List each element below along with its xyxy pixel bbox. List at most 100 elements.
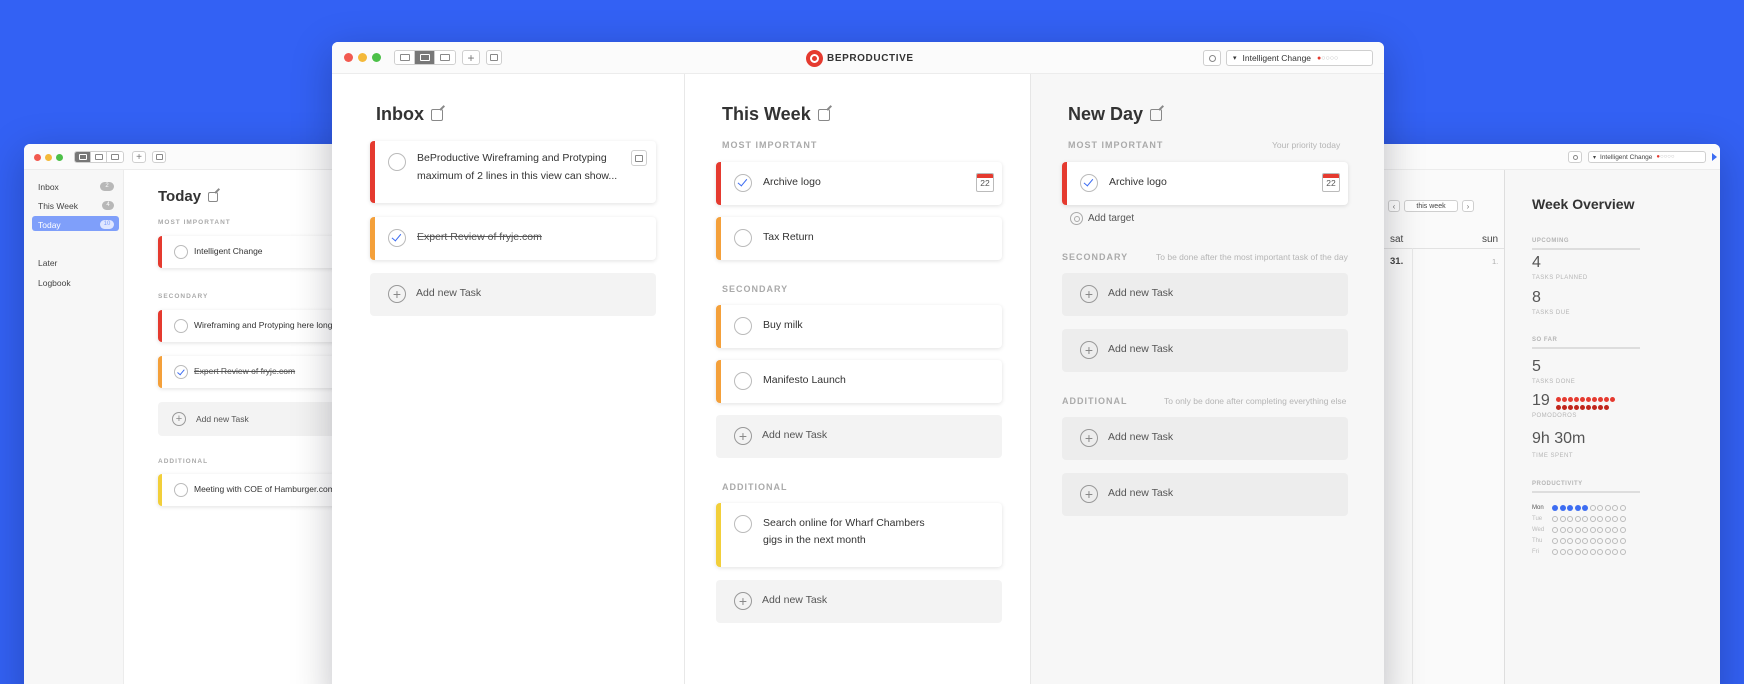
calendar-icon[interactable]: 22 [976, 173, 994, 192]
minimize-window-button[interactable] [358, 53, 367, 62]
section-most-important: MOST IMPORTANT [722, 140, 818, 150]
view-switcher[interactable] [74, 151, 124, 163]
add-task-button[interactable]: + Add new Task [1062, 473, 1348, 516]
sidebar-item-today[interactable]: Today [38, 220, 61, 230]
calendar-view-icon[interactable] [107, 152, 123, 162]
task-card[interactable]: Archive logo 22 [1062, 162, 1348, 205]
task-card[interactable]: Expert Review of fryje.com [370, 217, 656, 260]
edit-icon[interactable] [817, 108, 830, 121]
task-checkbox[interactable] [174, 483, 188, 497]
productivity-dot [1574, 537, 1581, 544]
edit-icon[interactable] [1150, 108, 1163, 121]
sidebar-item-later[interactable]: Later [38, 258, 57, 268]
task-card[interactable]: Manifesto Launch [716, 360, 1002, 403]
add-task-button[interactable]: + Add new Task [716, 415, 1002, 458]
add-task-button[interactable]: + Add new Task [716, 580, 1002, 623]
productivity-dot [1612, 515, 1618, 522]
task-checkbox[interactable] [734, 229, 752, 247]
sidebar-count-badge: 4 [102, 201, 114, 210]
productivity-dot [1567, 537, 1573, 544]
archive-icon[interactable] [486, 50, 502, 65]
edit-icon[interactable] [208, 191, 219, 202]
task-checkbox[interactable] [734, 372, 752, 390]
task-card[interactable]: Expert Review of fryje.com [158, 356, 354, 388]
add-task-button[interactable]: + Add new Task [1062, 329, 1348, 372]
productivity-dot [1552, 526, 1558, 533]
section-secondary: SECONDARY [1062, 252, 1129, 262]
upcoming-label: UPCOMING [1532, 238, 1569, 244]
prev-week-button[interactable]: ‹ [1388, 200, 1400, 212]
search-icon[interactable] [1568, 151, 1582, 163]
additional-note: To only be done after completing everyth… [1164, 396, 1347, 406]
task-card[interactable]: Tax Return [716, 217, 1002, 260]
task-checkbox[interactable] [388, 153, 406, 171]
pomodoro-dot [1574, 405, 1579, 410]
this-week-button[interactable]: this week [1404, 200, 1458, 212]
productivity-dot [1589, 504, 1596, 511]
columns-view-icon[interactable] [91, 152, 107, 162]
target-icon[interactable] [1070, 212, 1083, 225]
add-task-button[interactable]: + Add new Task [1062, 417, 1348, 460]
task-checkbox[interactable] [734, 515, 752, 533]
task-checkbox-checked[interactable] [734, 174, 752, 192]
close-window-button[interactable] [344, 53, 353, 62]
add-task-button[interactable]: + Add new Task [1062, 273, 1348, 316]
sidebar-item-logbook[interactable]: Logbook [38, 278, 71, 288]
section-secondary: SECONDARY [158, 293, 209, 300]
filter-dropdown[interactable]: ▾ Intelligent Change ● ○○○○ [1226, 50, 1373, 66]
productivity-row: Wed [1532, 524, 1652, 535]
sidebar-item-inbox[interactable]: Inbox [38, 182, 59, 192]
task-checkbox[interactable] [174, 245, 188, 259]
task-checkbox-checked[interactable] [174, 365, 188, 379]
task-card[interactable]: Wireframing and Protyping here long [158, 310, 354, 342]
task-checkbox[interactable] [174, 319, 188, 333]
time-spent-label: TIME SPENT [1532, 453, 1574, 459]
task-card[interactable]: Archive logo 22 [716, 162, 1002, 205]
add-task-button[interactable]: + Add new Task [370, 273, 656, 316]
sidebar-item-this-week[interactable]: This Week [38, 201, 78, 211]
so-far-label: SO FAR [1532, 337, 1558, 343]
productivity-dot [1574, 548, 1581, 555]
task-card[interactable]: Search online for Wharf Chambers gigs in… [716, 503, 1002, 567]
archive-icon[interactable] [631, 150, 647, 166]
calendar-icon[interactable]: 22 [1322, 173, 1340, 192]
task-card[interactable]: BeProductive Wireframing and Protyping m… [370, 141, 656, 203]
columns-view-icon[interactable] [415, 51, 435, 64]
view-switcher[interactable] [394, 50, 456, 65]
next-week-button[interactable]: › [1462, 200, 1474, 212]
productivity-day-label: Fri [1532, 548, 1539, 555]
zoom-window-button[interactable] [56, 154, 63, 161]
upcoming-rule [1532, 248, 1640, 250]
search-icon[interactable] [1203, 50, 1221, 66]
sidebar-view-icon[interactable] [395, 51, 415, 64]
task-checkbox-checked[interactable] [388, 229, 406, 247]
edit-icon[interactable] [431, 108, 443, 121]
calendar-day-divider [1412, 248, 1413, 684]
filter-dropdown[interactable]: ▾ Intelligent Change ● ○○○○ [1588, 151, 1706, 163]
left-app-window: + Inbox 2 This Week 4 Today 10 Later Log… [24, 144, 354, 684]
productivity-dot [1582, 526, 1588, 533]
productivity-day-label: Wed [1532, 526, 1545, 533]
productivity-dot [1612, 526, 1618, 533]
add-task-button[interactable]: + Add new Task [158, 402, 354, 436]
calendar-view-icon[interactable] [435, 51, 455, 64]
minimize-window-button[interactable] [45, 154, 52, 161]
add-target-button[interactable]: Add target [1088, 213, 1134, 224]
add-icon[interactable]: + [132, 151, 146, 163]
archive-icon[interactable] [152, 151, 166, 163]
add-icon[interactable]: + [462, 50, 480, 65]
task-checkbox-checked[interactable] [1080, 174, 1098, 192]
productivity-dot [1567, 526, 1573, 533]
task-card[interactable]: Meeting with COE of Hamburger.com [158, 474, 354, 506]
pomodoro-dot [1586, 405, 1591, 410]
play-icon[interactable] [1712, 153, 1717, 161]
zoom-window-button[interactable] [372, 53, 381, 62]
task-card[interactable]: Intelligent Change [158, 236, 354, 268]
task-card[interactable]: Buy milk [716, 305, 1002, 348]
productivity-dot [1582, 537, 1588, 544]
header-rule [1384, 248, 1504, 249]
sidebar-view-icon[interactable] [75, 152, 91, 162]
close-window-button[interactable] [34, 154, 41, 161]
task-checkbox[interactable] [734, 317, 752, 335]
pomodoro-dot [1556, 397, 1561, 402]
